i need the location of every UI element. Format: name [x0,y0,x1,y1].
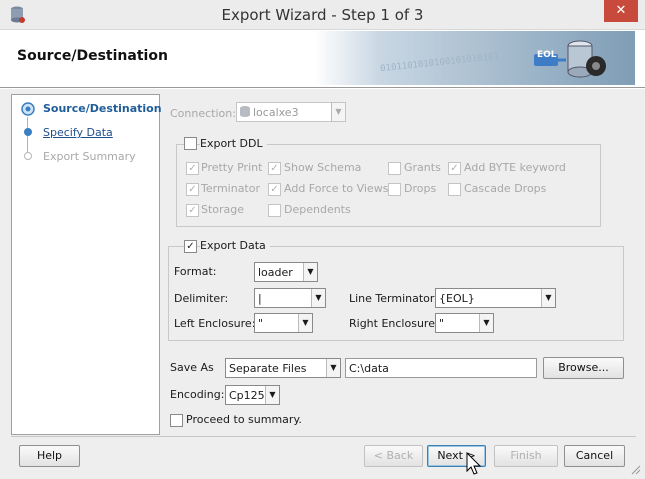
left-enclosure-label: Left Enclosure: [174,317,256,330]
drops-label: Drops [404,182,437,195]
back-button[interactable]: < Back [364,445,423,467]
right-enclosure-label: Right Enclosure: [349,317,439,330]
show-schema-checkbox: ✓ [268,162,281,175]
delimiter-label: Delimiter: [174,292,229,305]
storage-checkbox: ✓ [186,204,199,217]
chevron-down-icon: ▼ [479,314,493,332]
show-schema-label: Show Schema [284,161,362,174]
dependents-checkbox [268,204,281,217]
drops-checkbox [388,183,401,196]
close-icon[interactable]: ✕ [604,0,638,22]
cascade-drops-label: Cascade Drops [464,182,547,195]
database-export-icon [530,36,610,84]
storage-label: Storage [201,203,245,216]
resize-grip-icon[interactable] [629,463,641,478]
save-path-value: C:\data [349,362,389,375]
export-data-checkbox[interactable]: ✓ [184,240,197,253]
chevron-down-icon: ▼ [541,289,555,307]
right-enclosure-value: " [439,317,445,330]
add-force-to-views-label: Add Force to Views [284,182,389,195]
chevron-down-icon: ▼ [311,289,325,307]
format-select[interactable]: loader ▼ [254,262,318,282]
wizard-steps-panel [11,94,160,435]
footer-divider [11,436,636,437]
save-as-label: Save As [170,361,214,374]
finish-button[interactable]: Finish [494,445,558,467]
add-byte-keyword-checkbox: ✓ [448,162,461,175]
line-terminator-value: {EOL} [439,292,475,305]
format-value: loader [258,266,293,279]
terminator-checkbox: ✓ [186,183,199,196]
cancel-button[interactable]: Cancel [564,445,625,467]
grants-label: Grants [404,161,441,174]
left-enclosure-value: " [258,317,264,330]
browse-button[interactable]: Browse... [543,357,624,379]
delimiter-select[interactable]: | ▼ [254,288,326,308]
page-title: Source/Destination [17,48,168,64]
encoding-select[interactable]: Cp1252 ▼ [225,385,280,405]
export-ddl-checkbox[interactable] [184,137,197,150]
nav-item-export-summary: Export Summary [43,150,136,163]
nav-item-source-destination[interactable]: Source/Destination [43,102,162,115]
chevron-down-icon: ▼ [331,103,345,121]
proceed-to-summary-checkbox[interactable] [170,414,183,427]
chevron-down-icon: ▼ [265,386,279,404]
banner-label: EOL [537,50,557,60]
save-path-input[interactable]: C:\data [345,358,537,378]
line-terminator-label: Line Terminator: [349,292,438,305]
left-enclosure-select[interactable]: " ▼ [254,313,313,333]
right-enclosure-select[interactable]: " ▼ [435,313,494,333]
dependents-label: Dependents [284,203,351,216]
save-as-select[interactable]: Separate Files ▼ [225,358,341,378]
cascade-drops-checkbox [448,183,461,196]
help-button[interactable]: Help [19,445,80,467]
line-terminator-select[interactable]: {EOL} ▼ [435,288,556,308]
save-as-value: Separate Files [229,362,307,375]
chevron-down-icon: ▼ [326,359,340,377]
chevron-down-icon: ▼ [298,314,312,332]
add-force-to-views-checkbox: ✓ [268,183,281,196]
step-dot-icon [24,152,32,160]
connection-select: localxe3 ▼ [236,102,346,122]
mouse-pointer-icon [466,451,482,479]
chevron-down-icon: ▼ [303,263,317,281]
terminator-label: Terminator [201,182,260,195]
export-ddl-label: Export DDL [200,137,267,150]
nav-item-specify-data[interactable]: Specify Data [43,126,113,139]
connection-value: localxe3 [253,106,299,119]
connection-db-icon [240,106,250,117]
format-label: Format: [174,265,217,278]
step-dot-icon [24,128,32,136]
grants-checkbox [388,162,401,175]
export-data-label: Export Data [200,239,270,252]
delimiter-value: | [258,292,262,305]
current-step-icon [20,101,36,120]
pretty-print-label: Pretty Print [201,161,263,174]
pretty-print-checkbox: ✓ [186,162,199,175]
add-byte-keyword-label: Add BYTE keyword [464,161,566,174]
connection-label: Connection: [170,107,236,120]
window-title: Export Wizard - Step 1 of 3 [221,6,424,24]
encoding-label: Encoding: [170,388,225,401]
proceed-to-summary-label: Proceed to summary. [186,413,302,426]
